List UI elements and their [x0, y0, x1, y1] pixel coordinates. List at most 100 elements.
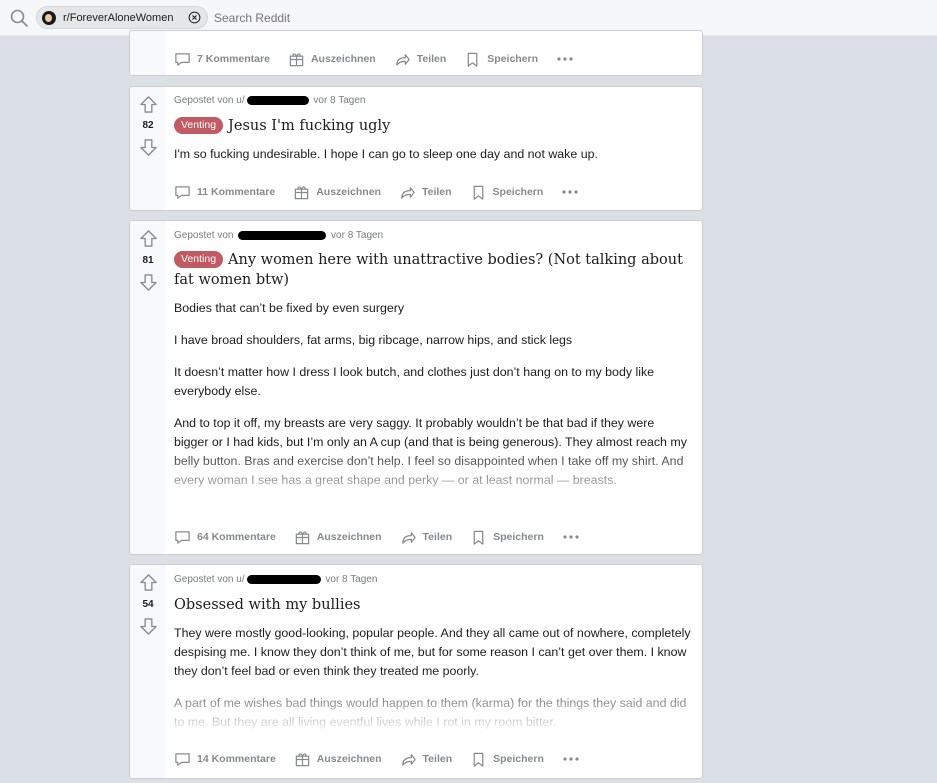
- post-title-row[interactable]: Venting Jesus I'm fucking ugly: [174, 116, 692, 136]
- post-meta: Gepostet von u/ vor 8 Tagen: [174, 574, 692, 588]
- comment-icon: [175, 530, 190, 544]
- share-button[interactable]: Teilen: [400, 529, 453, 546]
- post-body: I'm so fucking undesirable. I hope I can…: [174, 145, 692, 164]
- vote-column: [130, 31, 166, 75]
- post-paragraph: And to top it off, my breasts are very s…: [174, 416, 687, 487]
- downvote-icon[interactable]: [139, 617, 158, 636]
- more-options-icon[interactable]: [562, 750, 580, 768]
- award-label: Auszeichnen: [316, 186, 381, 198]
- redacted-username: [238, 230, 327, 240]
- bookmark-icon: [473, 185, 483, 200]
- close-icon[interactable]: [188, 11, 201, 24]
- posted-by-label: Gepostet von: [174, 230, 234, 241]
- post-title-row[interactable]: Venting Any women here with unattractive …: [174, 250, 692, 290]
- comments-button[interactable]: 11 Kommentare: [174, 184, 275, 201]
- search-input[interactable]: [214, 8, 614, 28]
- post-flair[interactable]: Venting: [174, 117, 224, 134]
- upvote-icon[interactable]: [139, 95, 158, 114]
- save-label: Speichern: [487, 53, 539, 65]
- post-card[interactable]: 81 Gepostet von vor 8 Tagen Venting Any w…: [129, 220, 703, 555]
- post-body: Bodies that can’t be fixed by even surge…: [174, 299, 692, 505]
- share-label: Teilen: [422, 753, 453, 765]
- bookmark-icon: [473, 530, 484, 545]
- post-paragraph: I have broad shoulders, fat arms, big ri…: [174, 333, 573, 347]
- comments-button[interactable]: 7 Kommentare: [174, 51, 270, 68]
- share-button[interactable]: Teilen: [394, 51, 447, 68]
- post-flair[interactable]: Venting: [174, 251, 224, 268]
- comments-count: 11 Kommentare: [197, 186, 276, 198]
- post-body: They were mostly good-looking, popular p…: [174, 624, 692, 730]
- save-label: Speichern: [492, 186, 544, 198]
- share-label: Teilen: [422, 531, 453, 543]
- share-icon: [401, 186, 415, 199]
- post-age: vor 8 Tagen: [331, 230, 384, 241]
- vote-column: 82: [130, 87, 166, 210]
- post-meta: Gepostet von u/ vor 8 Tagen: [174, 95, 692, 109]
- username-prefix[interactable]: u/: [236, 574, 244, 585]
- award-button[interactable]: Auszeichnen: [294, 529, 382, 546]
- award-icon: [289, 52, 304, 66]
- upvote-icon[interactable]: [139, 229, 158, 248]
- save-button[interactable]: Speichern: [470, 751, 544, 768]
- subreddit-avatar: [42, 10, 56, 25]
- post-paragraph: I'm so fucking undesirable. I hope I can…: [174, 147, 598, 161]
- share-icon: [395, 53, 410, 66]
- comments-button[interactable]: 64 Kommentare: [174, 529, 276, 546]
- comment-icon: [175, 52, 190, 66]
- more-options-icon[interactable]: [562, 528, 580, 546]
- upvote-icon[interactable]: [139, 573, 158, 592]
- post-card[interactable]: 7 Kommentare Auszeichnen Teilen Speicher…: [129, 30, 703, 76]
- share-icon: [401, 753, 416, 766]
- post-card[interactable]: 82 Gepostet von u/ vor 8 Tagen Venting Je…: [129, 86, 703, 211]
- vote-score: 81: [142, 255, 154, 266]
- downvote-icon[interactable]: [139, 273, 158, 292]
- award-label: Auszeichnen: [310, 53, 376, 65]
- posted-by-label: Gepostet von: [174, 95, 234, 106]
- vote-column: 54: [130, 565, 166, 778]
- share-icon: [401, 531, 416, 544]
- post-paragraph: Bodies that can’t be fixed by even surge…: [174, 301, 405, 315]
- save-button[interactable]: Speichern: [470, 184, 544, 201]
- post-meta: Gepostet von vor 8 Tagen: [174, 230, 692, 244]
- redacted-username: [246, 574, 321, 584]
- award-button[interactable]: Auszeichnen: [293, 184, 381, 201]
- post-title[interactable]: Obsessed with my bullies: [174, 597, 360, 613]
- comments-button[interactable]: 14 Kommentare: [174, 751, 276, 768]
- post-title[interactable]: Jesus I'm fucking ugly: [228, 118, 390, 134]
- comments-count: 64 Kommentare: [197, 531, 276, 543]
- share-label: Teilen: [421, 186, 452, 198]
- save-label: Speichern: [493, 753, 544, 765]
- share-button[interactable]: Teilen: [399, 184, 452, 201]
- subreddit-chip-label: r/ForeverAloneWomen: [63, 11, 174, 24]
- more-options-icon[interactable]: [561, 183, 579, 201]
- subreddit-filter-chip[interactable]: r/ForeverAloneWomen: [36, 6, 208, 29]
- vote-score: 82: [142, 120, 154, 131]
- search-icon[interactable]: [9, 8, 29, 28]
- comments-count: 7 Kommentare: [197, 53, 270, 65]
- posted-by-label: Gepostet von: [174, 574, 234, 585]
- award-icon: [294, 185, 309, 199]
- post-paragraph: They were mostly good-looking, popular p…: [174, 626, 691, 678]
- post-title[interactable]: Any women here with unattractive bodies?…: [174, 252, 683, 288]
- post-age: vor 8 Tagen: [313, 95, 366, 106]
- post-title-row[interactable]: Obsessed with my bullies: [174, 595, 692, 615]
- award-button[interactable]: Auszeichnen: [294, 751, 382, 768]
- vote-score: 54: [142, 599, 154, 610]
- vote-column: 81: [130, 221, 166, 554]
- post-age: vor 8 Tagen: [325, 574, 378, 585]
- share-label: Teilen: [416, 53, 447, 65]
- comment-icon: [175, 185, 190, 199]
- username-prefix[interactable]: u/: [236, 95, 244, 106]
- downvote-icon[interactable]: [139, 138, 158, 157]
- save-label: Speichern: [493, 531, 544, 543]
- post-paragraph: A part of me wishes bad things would hap…: [174, 696, 687, 729]
- save-button[interactable]: Speichern: [470, 529, 544, 546]
- post-paragraph: It doesn’t matter how I dress I look but…: [174, 365, 655, 398]
- bookmark-icon: [467, 52, 478, 67]
- post-card[interactable]: 54 Gepostet von u/ vor 8 Tagen Obsessed …: [129, 564, 703, 779]
- award-button[interactable]: Auszeichnen: [288, 51, 376, 68]
- more-options-icon[interactable]: [556, 50, 574, 68]
- share-button[interactable]: Teilen: [400, 751, 453, 768]
- save-button[interactable]: Speichern: [464, 51, 538, 68]
- bookmark-icon: [473, 752, 484, 767]
